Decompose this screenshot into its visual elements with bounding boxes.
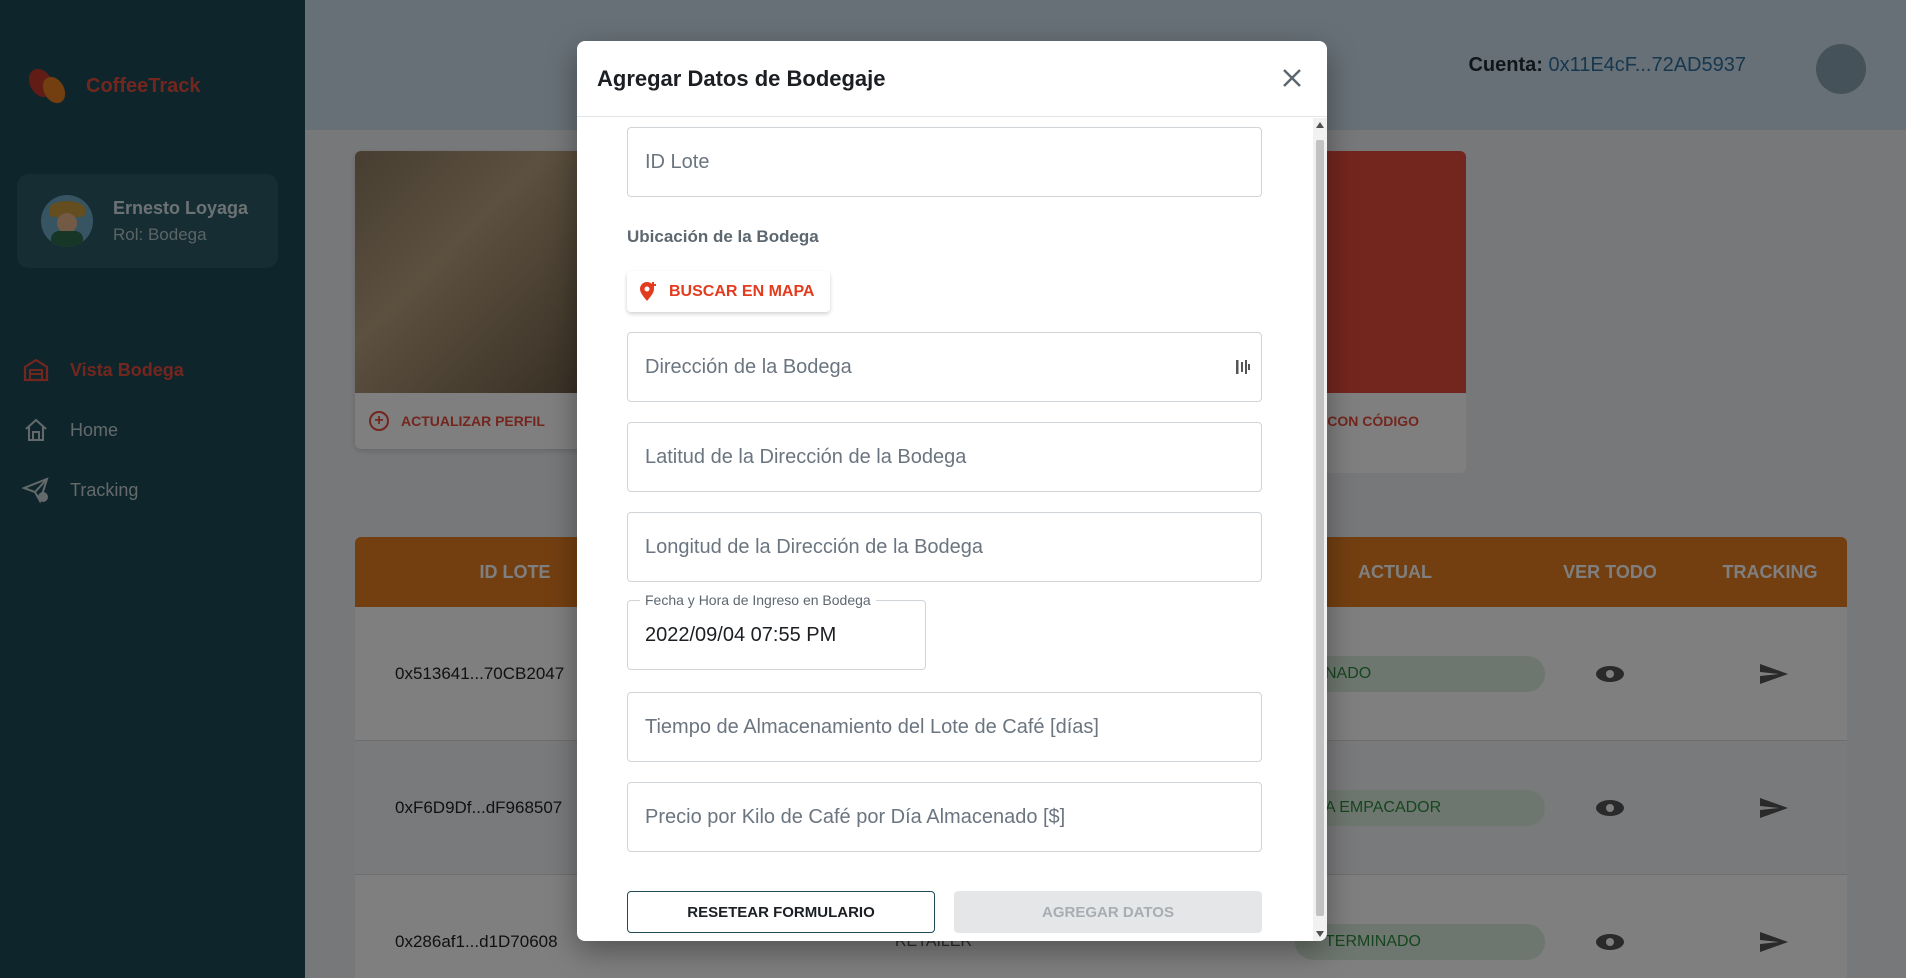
reset-form-button[interactable]: RESETEAR FORMULARIO: [627, 891, 935, 933]
scroll-thumb[interactable]: [1316, 140, 1324, 916]
storage-time-input[interactable]: [628, 693, 1261, 761]
add-data-button[interactable]: AGREGAR DATOS: [954, 891, 1262, 933]
address-input[interactable]: [628, 333, 1261, 401]
modal-scrollbar[interactable]: [1313, 118, 1327, 941]
storage-time-field[interactable]: [627, 692, 1262, 762]
entry-datetime-value[interactable]: 2022/09/04 07:55 PM: [645, 624, 836, 647]
autocomplete-icon: [1236, 360, 1250, 374]
location-section-label: Ubicación de la Bodega: [627, 227, 819, 246]
longitude-field[interactable]: [627, 512, 1262, 582]
lote-id-input[interactable]: [628, 128, 1261, 196]
search-map-button[interactable]: BUSCAR EN MAPA: [627, 271, 830, 312]
entry-datetime-label: Fecha y Hora de Ingreso en Bodega: [640, 592, 876, 608]
modal-title: Agregar Datos de Bodegaje: [597, 65, 886, 91]
scroll-down-icon[interactable]: [1316, 931, 1324, 937]
close-icon[interactable]: [1277, 63, 1307, 93]
longitude-input[interactable]: [628, 513, 1261, 581]
add-storage-data-modal: Agregar Datos de Bodegaje Ubicación de l…: [577, 41, 1327, 941]
latitude-field[interactable]: [627, 422, 1262, 492]
address-field[interactable]: [627, 332, 1262, 402]
price-per-kilo-input[interactable]: [628, 783, 1261, 851]
latitude-input[interactable]: [628, 423, 1261, 491]
lote-id-field[interactable]: [627, 127, 1262, 197]
price-per-kilo-field[interactable]: [627, 782, 1262, 852]
modal-body: Ubicación de la Bodega BUSCAR EN MAPA Fe…: [577, 118, 1313, 941]
scroll-up-icon[interactable]: [1316, 122, 1324, 128]
modal-header: Agregar Datos de Bodegaje: [577, 41, 1327, 117]
entry-datetime-field[interactable]: Fecha y Hora de Ingreso en Bodega 2022/0…: [627, 592, 926, 670]
add-location-icon: [640, 281, 656, 301]
search-map-label: BUSCAR EN MAPA: [669, 282, 815, 300]
